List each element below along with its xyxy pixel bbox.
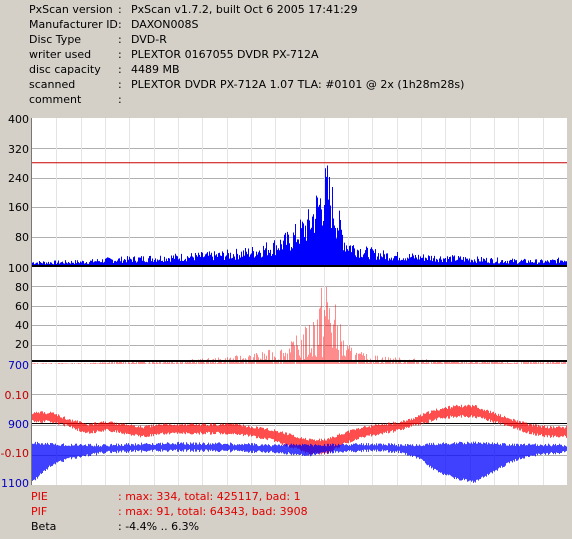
beta-ytick: 700 [8, 359, 29, 372]
info-separator: : [118, 63, 122, 76]
info-value: PLEXTOR 0167055 DVDR PX-712A [131, 48, 319, 61]
pie-plot-area [32, 118, 567, 267]
info-separator: : [118, 3, 122, 16]
pif-chart [31, 267, 567, 364]
info-key: scanned [29, 78, 76, 91]
pif-ytick: 100 [8, 262, 29, 275]
summary-key: PIE [31, 490, 48, 503]
info-key: comment [29, 93, 82, 106]
beta-ytick: 1100 [1, 477, 29, 490]
pif-plot-area [32, 267, 567, 364]
info-key: PxScan version [29, 3, 113, 16]
info-separator: : [118, 78, 122, 91]
info-separator: : [118, 93, 122, 106]
pie-ytick: 240 [8, 172, 29, 185]
beta-ytick: -0.10 [0, 447, 29, 460]
info-key: Disc Type [29, 33, 82, 46]
pie-ytick: 160 [8, 201, 29, 214]
info-value: PLEXTOR DVDR PX-712A 1.07 TLA: #0101 @ 2… [131, 78, 465, 91]
pie-ytick: 400 [8, 113, 29, 126]
summary-key: Beta [31, 520, 57, 533]
summary-value: : -4.4% .. 6.3% [118, 520, 200, 533]
pif-ytick: 20 [15, 338, 29, 351]
beta-jitter-chart [31, 364, 567, 485]
beta-ytick: 900 [8, 418, 29, 431]
beta-jitter-plot-area [32, 364, 567, 485]
info-separator: : [118, 48, 122, 61]
info-key: writer used [29, 48, 92, 61]
summary-key: PIF [31, 505, 48, 518]
info-value: DVD-R [131, 33, 167, 46]
info-value: DAXON008S [131, 18, 199, 31]
pif-ytick: 80 [15, 281, 29, 294]
info-key: disc capacity [29, 63, 101, 76]
info-separator: : [118, 33, 122, 46]
summary-value: : max: 91, total: 64343, bad: 3908 [118, 505, 308, 518]
summary-value: : max: 334, total: 425117, bad: 1 [118, 490, 301, 503]
pie-ytick: 80 [15, 231, 29, 244]
pie-ytick: 320 [8, 143, 29, 156]
info-separator: : [118, 18, 122, 31]
info-key: Manufacturer ID [29, 18, 118, 31]
info-value: 4489 MB [131, 63, 180, 76]
pif-ytick: 60 [15, 300, 29, 313]
info-value: PxScan v1.7.2, built Oct 6 2005 17:41:29 [131, 3, 358, 16]
beta-ytick: 0.10 [4, 389, 30, 402]
pif-ytick: 40 [15, 319, 29, 332]
pie-chart [31, 118, 567, 267]
